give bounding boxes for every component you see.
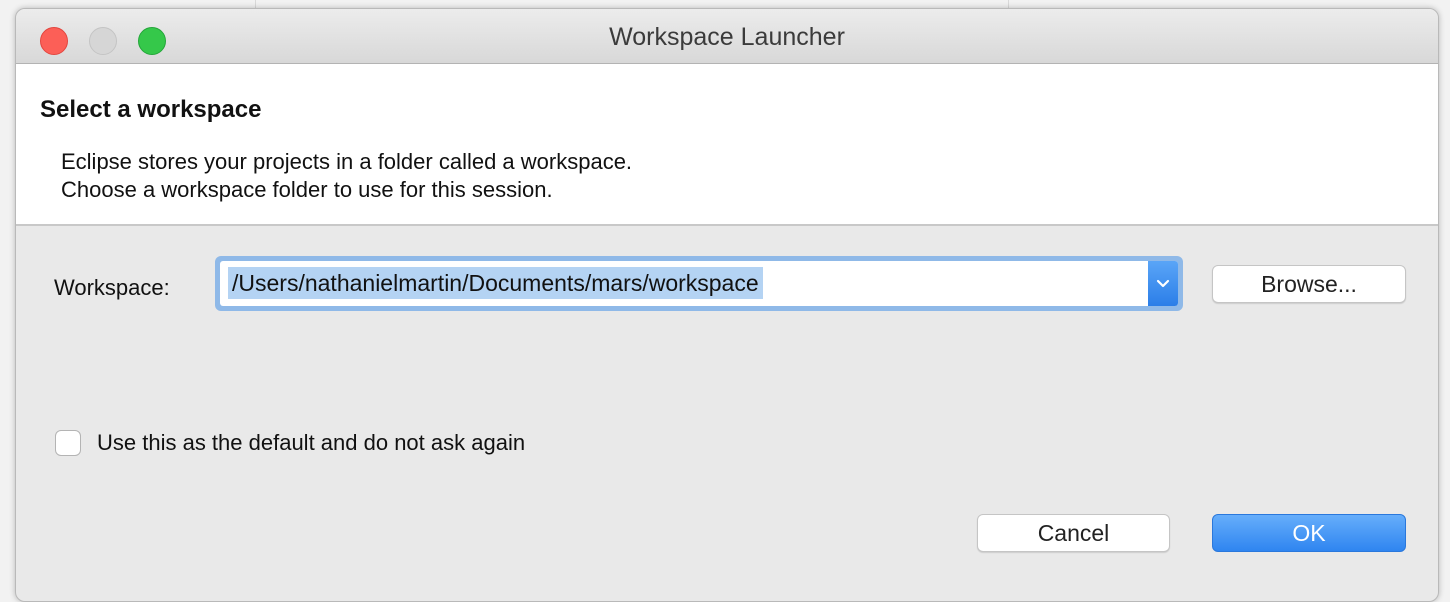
- workspace-label: Workspace:: [54, 275, 170, 300]
- workspace-combo-box[interactable]: /Users/nathanielmartin/Documents/mars/wo…: [215, 256, 1183, 311]
- background-divider: [1008, 0, 1009, 8]
- cancel-button[interactable]: Cancel: [977, 514, 1170, 552]
- window-title: Workspace Launcher: [609, 23, 845, 51]
- title-bar[interactable]: Workspace Launcher: [16, 9, 1438, 64]
- browse-button[interactable]: Browse...: [1212, 265, 1406, 303]
- workspace-dropdown-button[interactable]: [1148, 261, 1178, 306]
- default-workspace-checkbox[interactable]: [55, 430, 81, 456]
- header-title: Select a workspace: [40, 96, 262, 123]
- workspace-input[interactable]: /Users/nathanielmartin/Documents/mars/wo…: [220, 261, 1178, 306]
- header-description-line-1: Eclipse stores your projects in a folder…: [61, 149, 633, 174]
- workspace-launcher-dialog: Workspace Launcher Select a workspace Ec…: [15, 8, 1439, 602]
- dialog-header: Select a workspace Eclipse stores your p…: [16, 64, 1438, 226]
- background-divider: [255, 0, 256, 8]
- header-description-line-2: Choose a workspace folder to use for thi…: [61, 177, 553, 202]
- ok-button[interactable]: OK: [1212, 514, 1406, 552]
- default-workspace-label[interactable]: Use this as the default and do not ask a…: [97, 430, 525, 456]
- workspace-path-value[interactable]: /Users/nathanielmartin/Documents/mars/wo…: [228, 267, 763, 299]
- chevron-down-icon: [1156, 279, 1170, 287]
